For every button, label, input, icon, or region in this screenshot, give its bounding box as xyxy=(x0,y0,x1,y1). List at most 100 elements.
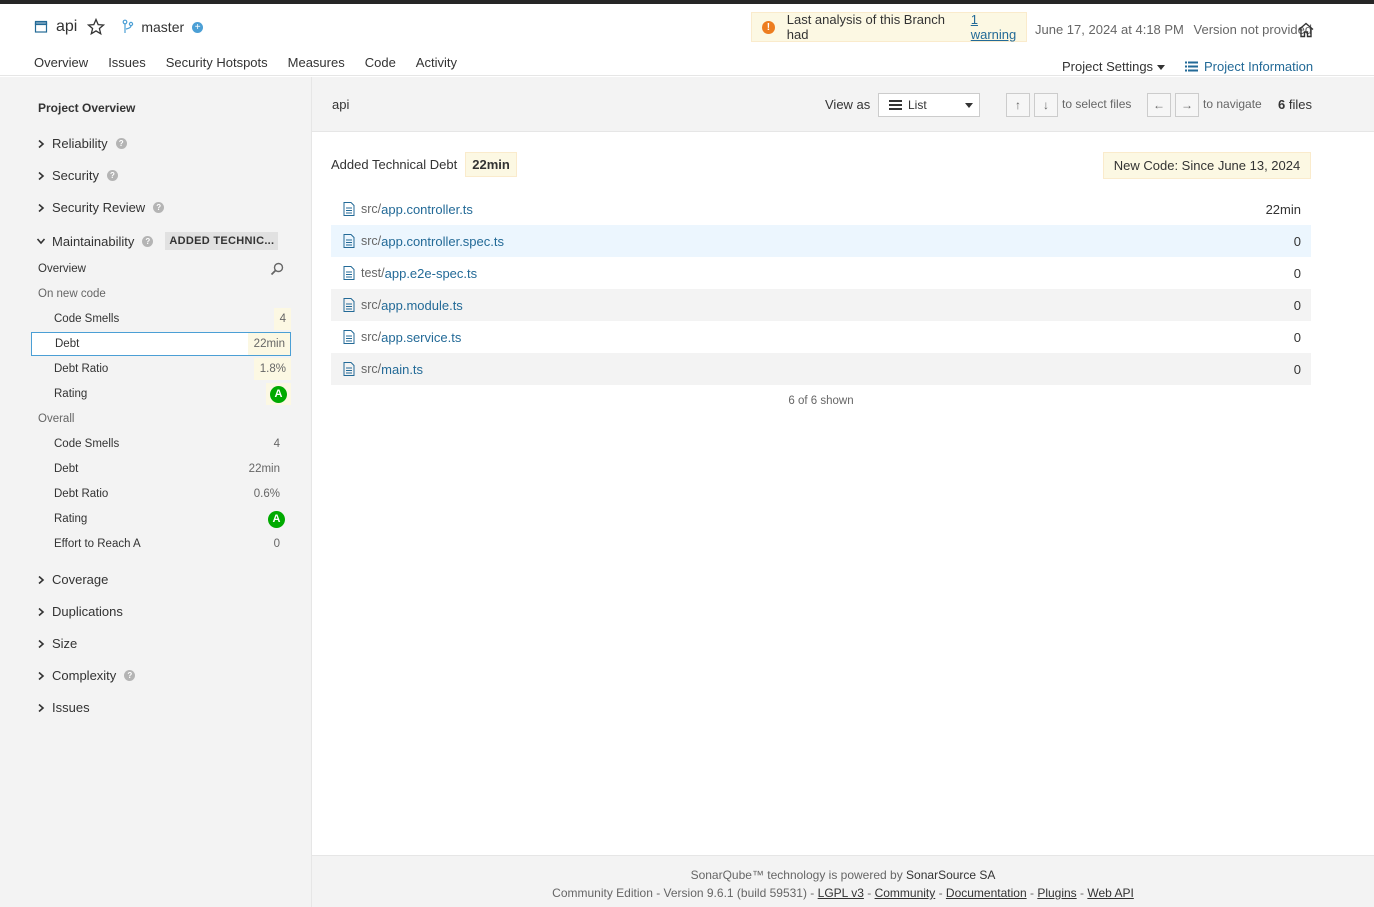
measure-code-smells[interactable]: Code Smells 4 xyxy=(31,432,291,456)
maintainability-overview-link[interactable]: Overview xyxy=(38,263,86,275)
footer-documentation-link[interactable]: Documentation xyxy=(946,886,1027,900)
domain-maintainability[interactable]: Maintainability ? ADDED TECHNIC... xyxy=(36,232,279,250)
caret-down-icon xyxy=(1157,65,1166,71)
domain-issues[interactable]: Issues xyxy=(36,700,90,715)
measure-value: 22min xyxy=(247,333,290,355)
project-settings-menu[interactable]: Project Settings xyxy=(1062,59,1166,74)
files-count: 6 files xyxy=(1278,97,1312,112)
domain-reliability[interactable]: Reliability ? xyxy=(36,136,127,151)
star-icon[interactable] xyxy=(87,18,106,36)
file-icon xyxy=(343,234,355,248)
project-information-link[interactable]: Project Information xyxy=(1185,59,1313,74)
branch-name[interactable]: master xyxy=(141,19,184,35)
chevron-down-icon xyxy=(965,103,973,108)
search-icon[interactable] xyxy=(270,262,284,276)
breadcrumb[interactable]: api xyxy=(332,97,349,112)
file-icon xyxy=(343,202,355,216)
file-name[interactable]: app.service.ts xyxy=(381,330,461,345)
project-overview-title[interactable]: Project Overview xyxy=(38,101,135,115)
measure-label: Code Smells xyxy=(54,313,120,325)
list-icon xyxy=(1185,61,1198,72)
domain-security-review[interactable]: Security Review ? xyxy=(36,200,165,215)
measure-value: 1.8% xyxy=(253,358,291,380)
warning-link[interactable]: 1 warning xyxy=(971,12,1026,42)
help-icon[interactable]: ? xyxy=(142,235,154,247)
chevron-right-icon xyxy=(36,607,46,617)
domain-duplications[interactable]: Duplications xyxy=(36,604,123,619)
measure-effort-to-reach-a[interactable]: Effort to Reach A 0 xyxy=(31,532,291,556)
help-icon[interactable]: ? xyxy=(124,670,136,681)
footer-webapi-link[interactable]: Web API xyxy=(1087,886,1133,900)
measure-new-code-smells[interactable]: Code Smells 4 xyxy=(31,307,291,331)
measures-toolbar: api View as List ↑ ↓ to select files ← →… xyxy=(312,77,1374,132)
view-as-label: View as xyxy=(825,97,871,112)
measure-new-rating[interactable]: Rating A xyxy=(31,382,291,406)
measure-label: Effort to Reach A xyxy=(54,538,141,550)
measure-debt-ratio[interactable]: Debt Ratio 0.6% xyxy=(31,482,291,506)
file-measure-value: 0 xyxy=(1293,329,1301,345)
metric-header: Added Technical Debt 22min xyxy=(331,152,517,177)
arrow-left-key-icon: ← xyxy=(1147,93,1171,117)
metric-label: Added Technical Debt xyxy=(331,157,458,172)
footer-plugins-link[interactable]: Plugins xyxy=(1037,886,1076,900)
branch-icon xyxy=(121,19,135,35)
measure-rating[interactable]: Rating A xyxy=(31,507,291,531)
home-icon[interactable] xyxy=(1297,21,1315,39)
domain-label: Duplications xyxy=(52,604,123,619)
file-measure-value: 22min xyxy=(1265,201,1301,217)
file-path: src/ xyxy=(361,330,382,344)
help-icon[interactable]: ? xyxy=(115,138,127,149)
project-settings-label: Project Settings xyxy=(1062,59,1154,74)
file-icon xyxy=(343,266,355,280)
file-row[interactable]: src/app.controller.spec.ts 0 xyxy=(331,225,1311,257)
chevron-right-icon xyxy=(36,575,46,585)
project-icon xyxy=(34,20,48,34)
domain-coverage[interactable]: Coverage xyxy=(36,572,108,587)
footer-line-2: Community Edition - Version 9.6.1 (build… xyxy=(552,886,1134,900)
file-row[interactable]: src/main.ts 0 xyxy=(331,353,1311,385)
chevron-right-icon xyxy=(36,203,46,213)
help-icon[interactable]: ? xyxy=(106,170,118,181)
file-row[interactable]: test/app.e2e-spec.ts 0 xyxy=(331,257,1311,289)
new-code-period: New Code: Since June 13, 2024 xyxy=(1103,152,1311,179)
version-label: Version not provided xyxy=(1193,22,1313,37)
file-row[interactable]: src/app.service.ts 0 xyxy=(331,321,1311,353)
measures-main: api View as List ↑ ↓ to select files ← →… xyxy=(312,77,1374,907)
domain-label: Coverage xyxy=(52,572,109,587)
measure-debt[interactable]: Debt 22min xyxy=(31,457,291,481)
file-name[interactable]: app.controller.spec.ts xyxy=(381,234,504,249)
footer-community-link[interactable]: Community xyxy=(875,886,936,900)
footer-edition: Community Edition - Version 9.6.1 (build… xyxy=(552,886,815,900)
metric-value: 22min xyxy=(465,152,517,177)
file-name[interactable]: main.ts xyxy=(381,362,423,377)
file-row[interactable]: src/app.controller.ts 22min xyxy=(331,193,1311,225)
file-name[interactable]: app.e2e-spec.ts xyxy=(385,266,478,281)
file-name[interactable]: app.controller.ts xyxy=(381,202,473,217)
project-name[interactable]: api xyxy=(56,18,77,36)
measure-value: 22min xyxy=(248,463,280,475)
measure-value: A xyxy=(268,510,291,528)
domain-security[interactable]: Security ? xyxy=(36,168,118,183)
help-icon[interactable]: ? xyxy=(153,202,165,213)
footer-lgpl-link[interactable]: LGPL v3 xyxy=(818,886,864,900)
measure-label: Code Smells xyxy=(54,438,120,450)
domain-complexity[interactable]: Complexity ? xyxy=(36,668,136,683)
file-row[interactable]: src/app.module.ts 0 xyxy=(331,289,1311,321)
file-measure-value: 0 xyxy=(1293,265,1301,281)
shown-count: 6 of 6 shown xyxy=(788,395,854,407)
file-icon xyxy=(343,362,355,376)
chevron-down-icon xyxy=(36,236,46,246)
measure-label: Debt Ratio xyxy=(54,488,109,500)
file-list: src/app.controller.ts 22min src/app.cont… xyxy=(331,193,1311,407)
measure-new-debt[interactable]: Debt 22min xyxy=(31,332,291,356)
file-name[interactable]: app.module.ts xyxy=(381,298,463,313)
footer-sonarsource-link[interactable]: SonarSource SA xyxy=(906,868,995,882)
measure-value: 0.6% xyxy=(253,488,280,500)
view-as-select[interactable]: List xyxy=(878,93,980,117)
branch-add-icon[interactable]: + xyxy=(192,21,204,33)
project-header: api master + ! Last analysis of this Bra… xyxy=(0,4,1374,80)
measures-sidebar: Project Overview Reliability ? Security … xyxy=(0,77,312,907)
domain-label: Issues xyxy=(52,700,90,715)
domain-size[interactable]: Size xyxy=(36,636,77,651)
measure-new-debt-ratio[interactable]: Debt Ratio 1.8% xyxy=(31,357,291,381)
